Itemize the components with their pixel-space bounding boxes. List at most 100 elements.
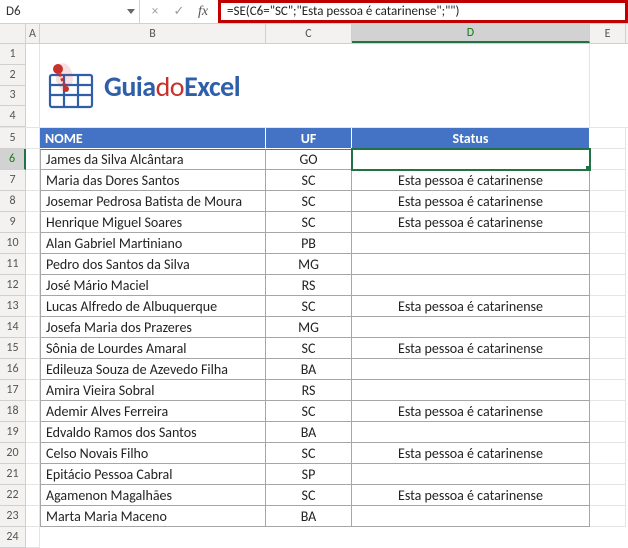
cell[interactable] xyxy=(26,149,40,170)
col-header-C[interactable]: C xyxy=(266,24,352,43)
cell-uf[interactable]: RS xyxy=(266,380,352,401)
row-header[interactable]: 16 xyxy=(0,359,26,380)
cell[interactable] xyxy=(26,401,40,422)
cell-status[interactable] xyxy=(352,422,590,443)
table-header-nome[interactable]: NOME xyxy=(40,128,266,149)
row-header[interactable]: 13 xyxy=(0,296,26,317)
row-header[interactable]: 12 xyxy=(0,275,26,296)
cell-status[interactable]: Esta pessoa é catarinense xyxy=(352,296,590,317)
row-header[interactable]: 1 xyxy=(0,44,26,65)
row-header[interactable]: 18 xyxy=(0,401,26,422)
formula-input[interactable]: =SE(C6="SC";"Esta pessoa é catarinense";… xyxy=(218,0,628,23)
cell-nome[interactable]: Ademir Alves Ferreira xyxy=(40,401,266,422)
cell-status[interactable] xyxy=(352,275,590,296)
row-header[interactable]: 2 xyxy=(0,65,26,86)
cell-status[interactable] xyxy=(352,233,590,254)
cell[interactable] xyxy=(26,422,40,443)
cell[interactable] xyxy=(590,317,626,338)
cell-status[interactable] xyxy=(352,149,590,170)
cell-status[interactable]: Esta pessoa é catarinense xyxy=(352,401,590,422)
cell[interactable] xyxy=(26,485,40,506)
cell-uf[interactable]: SC xyxy=(266,338,352,359)
cell-reference[interactable]: D6 xyxy=(0,4,123,19)
cell-status[interactable] xyxy=(352,380,590,401)
cell[interactable] xyxy=(590,170,626,191)
cell-status[interactable]: Esta pessoa é catarinense xyxy=(352,191,590,212)
cell[interactable] xyxy=(26,317,40,338)
cell[interactable] xyxy=(590,380,626,401)
cell[interactable] xyxy=(26,44,40,128)
cell-nome[interactable]: Epitácio Pessoa Cabral xyxy=(40,464,266,485)
row-header[interactable]: 5 xyxy=(0,128,26,149)
cell-nome[interactable]: Lucas Alfredo de Albuquerque xyxy=(40,296,266,317)
cell-uf[interactable]: SC xyxy=(266,443,352,464)
cell-uf[interactable]: SC xyxy=(266,170,352,191)
cell-status[interactable] xyxy=(352,506,590,527)
cell[interactable] xyxy=(590,443,626,464)
cell[interactable] xyxy=(266,527,352,548)
cell-nome[interactable]: Josefa Maria dos Prazeres xyxy=(40,317,266,338)
cell-status[interactable] xyxy=(352,254,590,275)
cell[interactable] xyxy=(26,464,40,485)
cell[interactable] xyxy=(590,527,626,548)
cell-status[interactable]: Esta pessoa é catarinense xyxy=(352,212,590,233)
cell[interactable] xyxy=(26,296,40,317)
row-header[interactable]: 11 xyxy=(0,254,26,275)
row-header[interactable]: 3 xyxy=(0,86,26,107)
cell[interactable] xyxy=(26,233,40,254)
cell-nome[interactable]: Amira Vieira Sobral xyxy=(40,380,266,401)
col-header-B[interactable]: B xyxy=(40,24,266,43)
cell[interactable] xyxy=(590,464,626,485)
cell-nome[interactable]: Josemar Pedrosa Batista de Moura xyxy=(40,191,266,212)
cell-nome[interactable]: José Mário Maciel xyxy=(40,275,266,296)
col-header-A[interactable]: A xyxy=(26,24,40,43)
col-header-E[interactable]: E xyxy=(590,24,626,43)
row-header[interactable]: 9 xyxy=(0,212,26,233)
cell[interactable] xyxy=(590,359,626,380)
cell-uf[interactable]: RS xyxy=(266,275,352,296)
cell[interactable] xyxy=(590,128,626,149)
row-header[interactable]: 23 xyxy=(0,506,26,527)
row-header[interactable]: 21 xyxy=(0,464,26,485)
cell[interactable] xyxy=(26,254,40,275)
row-header[interactable]: 7 xyxy=(0,170,26,191)
cell-nome[interactable]: Celso Novais Filho xyxy=(40,443,266,464)
cell[interactable] xyxy=(26,506,40,527)
cell-uf[interactable]: BA xyxy=(266,506,352,527)
row-header[interactable]: 22 xyxy=(0,485,26,506)
cell[interactable] xyxy=(26,275,40,296)
cell-status[interactable]: Esta pessoa é catarinense xyxy=(352,338,590,359)
table-header-status[interactable]: Status xyxy=(352,128,590,149)
insert-function-icon[interactable]: fx xyxy=(192,2,214,22)
cell-nome[interactable]: James da Silva Alcântara xyxy=(40,149,266,170)
select-all-corner[interactable] xyxy=(0,24,26,43)
cell[interactable] xyxy=(26,338,40,359)
cell[interactable] xyxy=(590,401,626,422)
row-header[interactable]: 17 xyxy=(0,380,26,401)
row-header[interactable]: 19 xyxy=(0,422,26,443)
cell-nome[interactable]: Pedro dos Santos da Silva xyxy=(40,254,266,275)
cell[interactable] xyxy=(26,170,40,191)
row-header[interactable]: 10 xyxy=(0,233,26,254)
cell[interactable] xyxy=(26,212,40,233)
cell-nome[interactable]: Marta Maria Maceno xyxy=(40,506,266,527)
cell-uf[interactable]: SC xyxy=(266,296,352,317)
accept-formula-icon[interactable]: ✓ xyxy=(168,2,190,22)
cancel-formula-icon[interactable]: × xyxy=(144,2,166,22)
cell-nome[interactable]: Maria das Dores Santos xyxy=(40,170,266,191)
cell-uf[interactable]: SC xyxy=(266,485,352,506)
cell-uf[interactable]: SC xyxy=(266,401,352,422)
row-header[interactable]: 6 xyxy=(0,149,26,170)
cell-status[interactable]: Esta pessoa é catarinense xyxy=(352,443,590,464)
table-header-uf[interactable]: UF xyxy=(266,128,352,149)
cell[interactable] xyxy=(26,380,40,401)
cell[interactable] xyxy=(590,506,626,527)
name-box[interactable]: D6 xyxy=(0,0,140,23)
cell-uf[interactable]: GO xyxy=(266,149,352,170)
cell[interactable] xyxy=(590,191,626,212)
cell-status[interactable]: Esta pessoa é catarinense xyxy=(352,170,590,191)
cell[interactable] xyxy=(352,527,590,548)
row-header[interactable]: 4 xyxy=(0,106,26,127)
cell-uf[interactable]: SC xyxy=(266,212,352,233)
cell[interactable] xyxy=(590,485,626,506)
